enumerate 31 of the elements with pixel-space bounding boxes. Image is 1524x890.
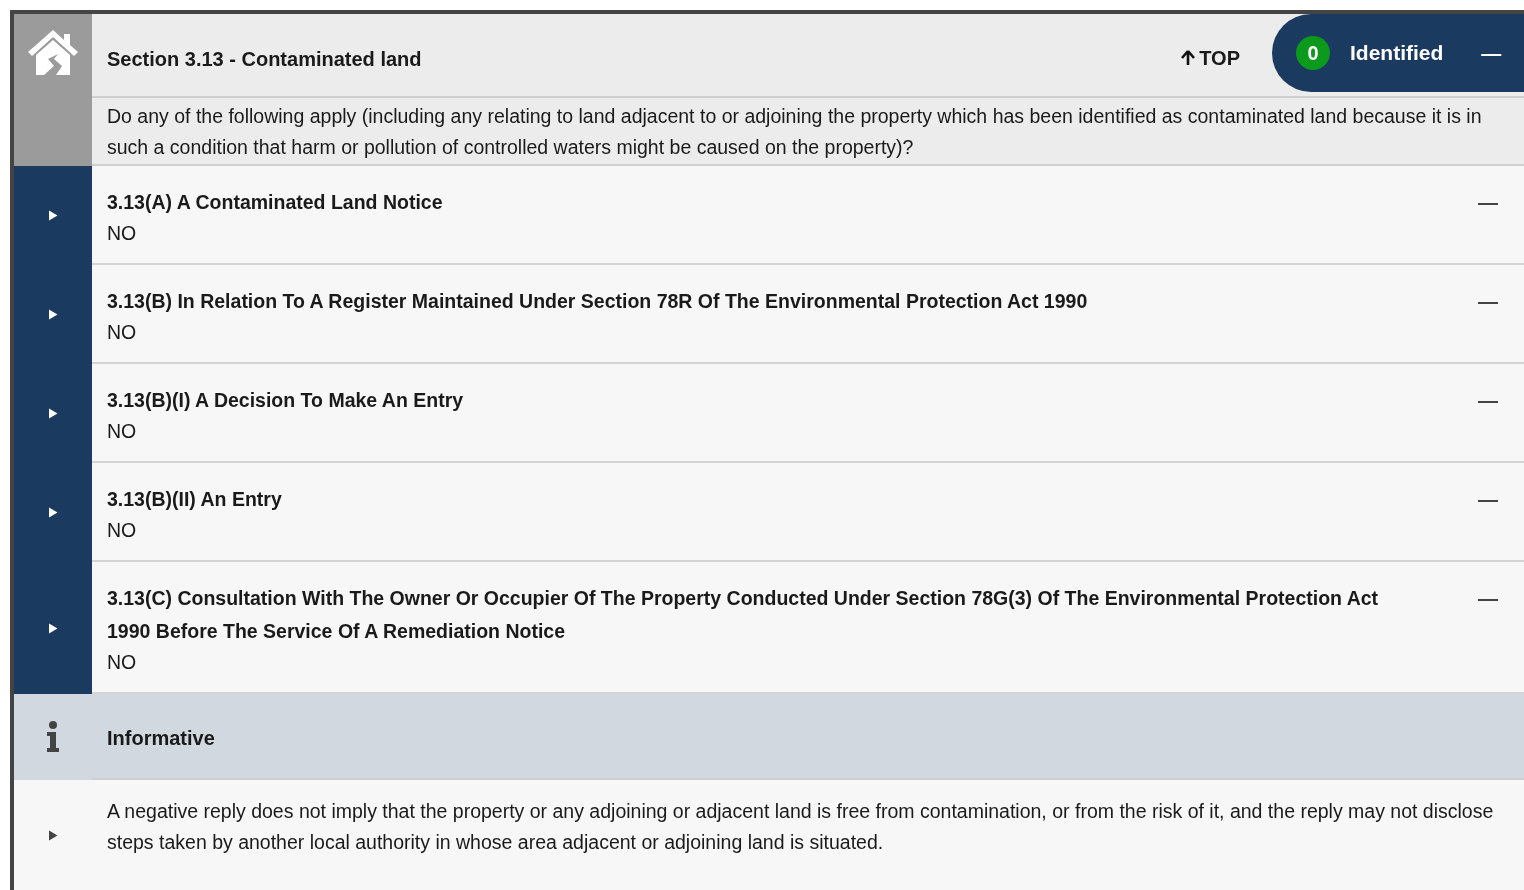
collapse-button[interactable]: — xyxy=(1478,186,1498,219)
expand-arrow-icon[interactable] xyxy=(48,408,58,419)
item-answer: NO xyxy=(107,320,138,345)
expand-arrow-icon[interactable] xyxy=(48,210,58,221)
expand-arrow-icon[interactable] xyxy=(48,829,58,841)
item-title: 3.13(B)(I) A Decision To Make An Entry xyxy=(107,388,465,413)
collapse-button[interactable]: — xyxy=(1478,285,1498,318)
section-title: Section 3.13 - Contaminated land xyxy=(107,47,423,72)
item-answer: NO xyxy=(107,419,138,444)
item-answer: NO xyxy=(107,518,138,543)
collapse-button[interactable]: — xyxy=(1481,38,1502,68)
arrow-up-icon xyxy=(1181,50,1196,66)
house-icon xyxy=(26,28,80,76)
collapse-button[interactable]: — xyxy=(1478,483,1498,516)
item-title: 3.13(A) A Contaminated Land Notice xyxy=(107,190,444,215)
item-answer: NO xyxy=(107,650,138,675)
count-badge: 0 xyxy=(1296,36,1330,70)
info-icon xyxy=(46,721,60,753)
informative-title: Informative xyxy=(107,726,215,751)
expand-arrow-icon[interactable] xyxy=(48,507,58,518)
item-title: 3.13(B) In Relation To A Register Maintained Under Section 78R Of The Environmental Protection Act 1990 xyxy=(107,289,1089,314)
item-answer: NO xyxy=(107,221,138,246)
informative-text: A negative reply does not imply that the property or any adjoining or adjacent land is free from contamination, or from the risk of it, and the reply may not disclose steps taken by another local authority in whose area adjacent or adjoining land is situated. xyxy=(106,799,1495,855)
status-label: Identified xyxy=(1350,40,1444,67)
top-link[interactable]: TOP xyxy=(1181,37,1240,73)
collapse-button[interactable]: — xyxy=(1478,384,1498,417)
expand-arrow-icon[interactable] xyxy=(48,622,58,634)
item-title: 3.13(C) Consultation With The Owner Or Occupier Of The Property Conducted Under Section 78G(3) Of The Environmental Protection Act 1990 Before The Service Of A Remediation Notice xyxy=(107,586,1380,644)
collapse-button[interactable]: — xyxy=(1478,582,1498,615)
expand-arrow-icon[interactable] xyxy=(48,309,58,320)
item-title: 3.13(B)(II) An Entry xyxy=(107,487,283,512)
